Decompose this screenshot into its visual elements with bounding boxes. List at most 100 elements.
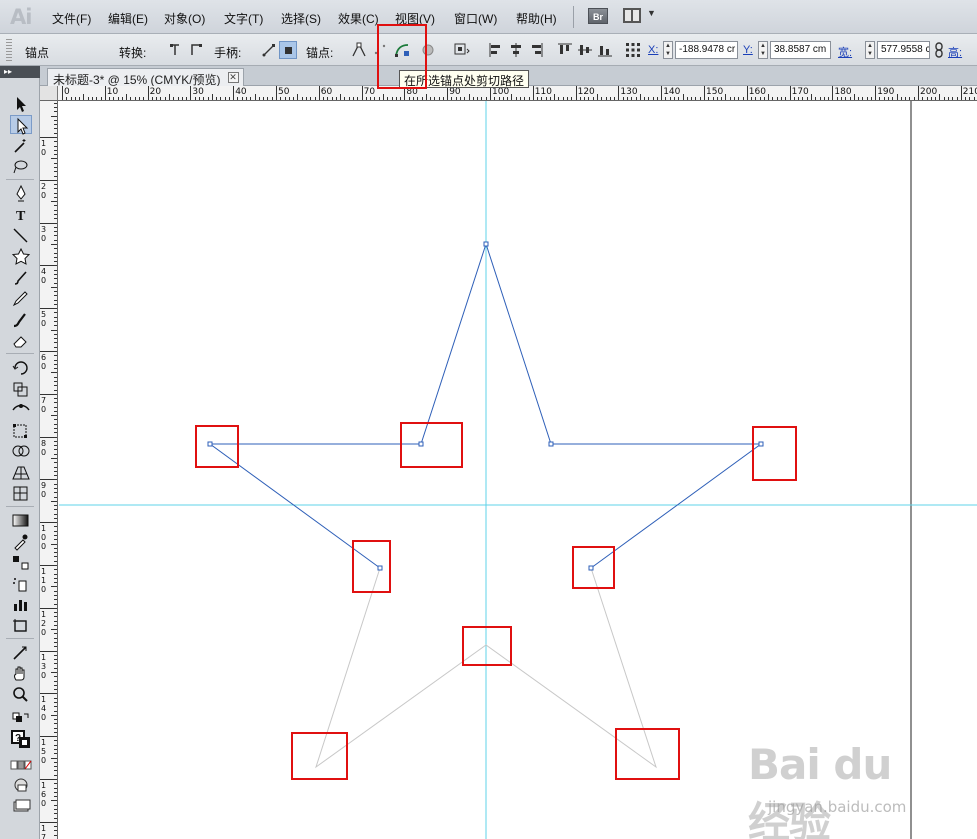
slice-tool[interactable] bbox=[10, 643, 32, 662]
default-fill-stroke-button[interactable] bbox=[10, 710, 32, 729]
draw-mode-button[interactable] bbox=[10, 776, 32, 795]
control-bar-grip[interactable] bbox=[6, 39, 12, 61]
ruler-tick bbox=[618, 86, 620, 100]
ruler-tick bbox=[374, 97, 376, 100]
constrain-proportions-button[interactable] bbox=[933, 41, 945, 59]
direct-selection-tool[interactable] bbox=[10, 115, 32, 135]
align-middle-button[interactable] bbox=[576, 41, 594, 59]
anchor-point-top[interactable] bbox=[483, 241, 489, 247]
menu-window[interactable]: 窗口(W) bbox=[454, 10, 497, 27]
align-top-button[interactable] bbox=[556, 41, 574, 59]
width-tool[interactable] bbox=[10, 400, 32, 419]
blob-brush-tool[interactable] bbox=[10, 310, 32, 329]
x-stepper[interactable]: ▲ ▼ bbox=[663, 41, 673, 59]
ruler-tick bbox=[51, 629, 57, 631]
ruler-tick bbox=[879, 97, 881, 100]
free-transform-tool[interactable] bbox=[10, 421, 32, 440]
fill-stroke-swatch[interactable]: ? bbox=[10, 730, 32, 749]
arrange-documents-button[interactable]: ▼ bbox=[623, 7, 659, 25]
reference-point-button[interactable] bbox=[624, 41, 642, 59]
y-stepper[interactable]: ▲ ▼ bbox=[758, 41, 768, 59]
ruler-tick bbox=[54, 684, 57, 686]
menu-effect[interactable]: 效果(C) bbox=[338, 10, 379, 27]
paintbrush-icon bbox=[14, 271, 27, 285]
ruler-tick bbox=[537, 97, 539, 100]
transform-options-button[interactable] bbox=[452, 41, 470, 59]
ruler-tick bbox=[973, 97, 975, 100]
eraser-tool[interactable] bbox=[10, 331, 32, 350]
line-segment-tool[interactable] bbox=[10, 226, 32, 245]
hand-icon bbox=[14, 666, 25, 681]
shape-builder-tool[interactable] bbox=[10, 442, 32, 461]
ruler-tick bbox=[425, 94, 427, 100]
ruler-tick bbox=[280, 97, 282, 100]
ruler-tick bbox=[54, 701, 57, 703]
width-stepper[interactable]: ▲ ▼ bbox=[865, 41, 875, 59]
menu-object[interactable]: 对象(O) bbox=[164, 10, 205, 27]
pencil-tool[interactable] bbox=[10, 289, 32, 308]
artboard-tool[interactable] bbox=[10, 616, 32, 635]
star-tool[interactable] bbox=[10, 247, 32, 266]
blend-tool[interactable] bbox=[10, 553, 32, 572]
rotate-tool[interactable] bbox=[10, 358, 32, 377]
hide-handles-button[interactable] bbox=[279, 41, 297, 59]
y-field[interactable]: 38.8587 cm bbox=[770, 41, 831, 59]
menu-select[interactable]: 选择(S) bbox=[281, 10, 321, 27]
paintbrush-tool[interactable] bbox=[10, 268, 32, 287]
selection-tool[interactable] bbox=[10, 94, 32, 113]
screen-mode-button[interactable] bbox=[10, 797, 32, 816]
artboard-canvas[interactable] bbox=[59, 101, 977, 839]
menu-file[interactable]: 文件(F) bbox=[52, 10, 91, 27]
menu-help[interactable]: 帮助(H) bbox=[516, 10, 557, 27]
show-handles-button[interactable] bbox=[260, 41, 278, 59]
ruler-tick bbox=[54, 813, 57, 815]
perspective-grid-tool[interactable] bbox=[10, 463, 32, 482]
document-tab[interactable]: 未标题-3* @ 15% (CMYK/预览) ✕ bbox=[47, 68, 244, 87]
align-bottom-button[interactable] bbox=[596, 41, 614, 59]
menu-edit[interactable]: 编辑(E) bbox=[108, 10, 148, 27]
ruler-tick bbox=[54, 556, 57, 558]
magic-wand-tool[interactable] bbox=[10, 136, 32, 155]
color-mode-buttons[interactable] bbox=[10, 756, 32, 775]
menu-type[interactable]: 文字(T) bbox=[224, 10, 263, 27]
eyedropper-tool[interactable] bbox=[10, 532, 32, 551]
ruler-tick-label: 170 bbox=[791, 87, 809, 97]
width-field[interactable]: 577.9558 c bbox=[877, 41, 930, 59]
ruler-tick bbox=[54, 817, 57, 819]
lasso-tool[interactable] bbox=[10, 157, 32, 176]
ruler-tick bbox=[412, 97, 414, 100]
reference-point-icon bbox=[626, 43, 640, 57]
convert-to-corner-button[interactable] bbox=[167, 41, 185, 59]
align-left-button[interactable] bbox=[487, 41, 505, 59]
pen-tool[interactable] bbox=[10, 184, 32, 203]
hand-tool[interactable] bbox=[10, 664, 32, 683]
vertical-ruler[interactable]: 1 0 2 0 3 0 4 0 5 0 6 0 7 0 8 0 9 0 1 0 0 1 1 0 1 2… bbox=[40, 101, 58, 839]
close-icon[interactable]: ✕ bbox=[227, 72, 239, 83]
zoom-tool[interactable] bbox=[10, 685, 32, 704]
x-field[interactable]: -188.9478 cr bbox=[675, 41, 738, 59]
type-tool[interactable]: T bbox=[10, 205, 32, 224]
align-right-button[interactable] bbox=[527, 41, 545, 59]
column-graph-tool[interactable] bbox=[10, 595, 32, 614]
toolbox-collapse-toggle[interactable]: ▸▸ bbox=[0, 66, 40, 78]
scale-icon bbox=[13, 382, 28, 397]
align-center-button[interactable] bbox=[507, 41, 525, 59]
gradient-tool[interactable] bbox=[10, 511, 32, 530]
ruler-tick bbox=[54, 796, 57, 798]
align-right-icon bbox=[532, 43, 543, 57]
scale-tool[interactable] bbox=[10, 379, 32, 398]
remove-anchor-button[interactable] bbox=[350, 41, 368, 59]
ruler-tick bbox=[54, 637, 57, 639]
symbol-sprayer-tool[interactable] bbox=[10, 574, 32, 593]
bridge-button[interactable]: Br bbox=[588, 8, 608, 24]
ruler-tick-label: 1 5 0 bbox=[41, 738, 47, 766]
convert-to-smooth-button[interactable] bbox=[188, 41, 206, 59]
anchor-point-inner-right[interactable] bbox=[548, 441, 554, 447]
ruler-tick bbox=[51, 714, 57, 716]
ruler-origin[interactable] bbox=[40, 86, 58, 101]
ruler-tick bbox=[143, 97, 145, 100]
ruler-tick bbox=[54, 505, 57, 507]
mesh-tool[interactable] bbox=[10, 484, 32, 503]
draw-mode-icon bbox=[14, 778, 28, 792]
ruler-tick bbox=[545, 97, 547, 100]
